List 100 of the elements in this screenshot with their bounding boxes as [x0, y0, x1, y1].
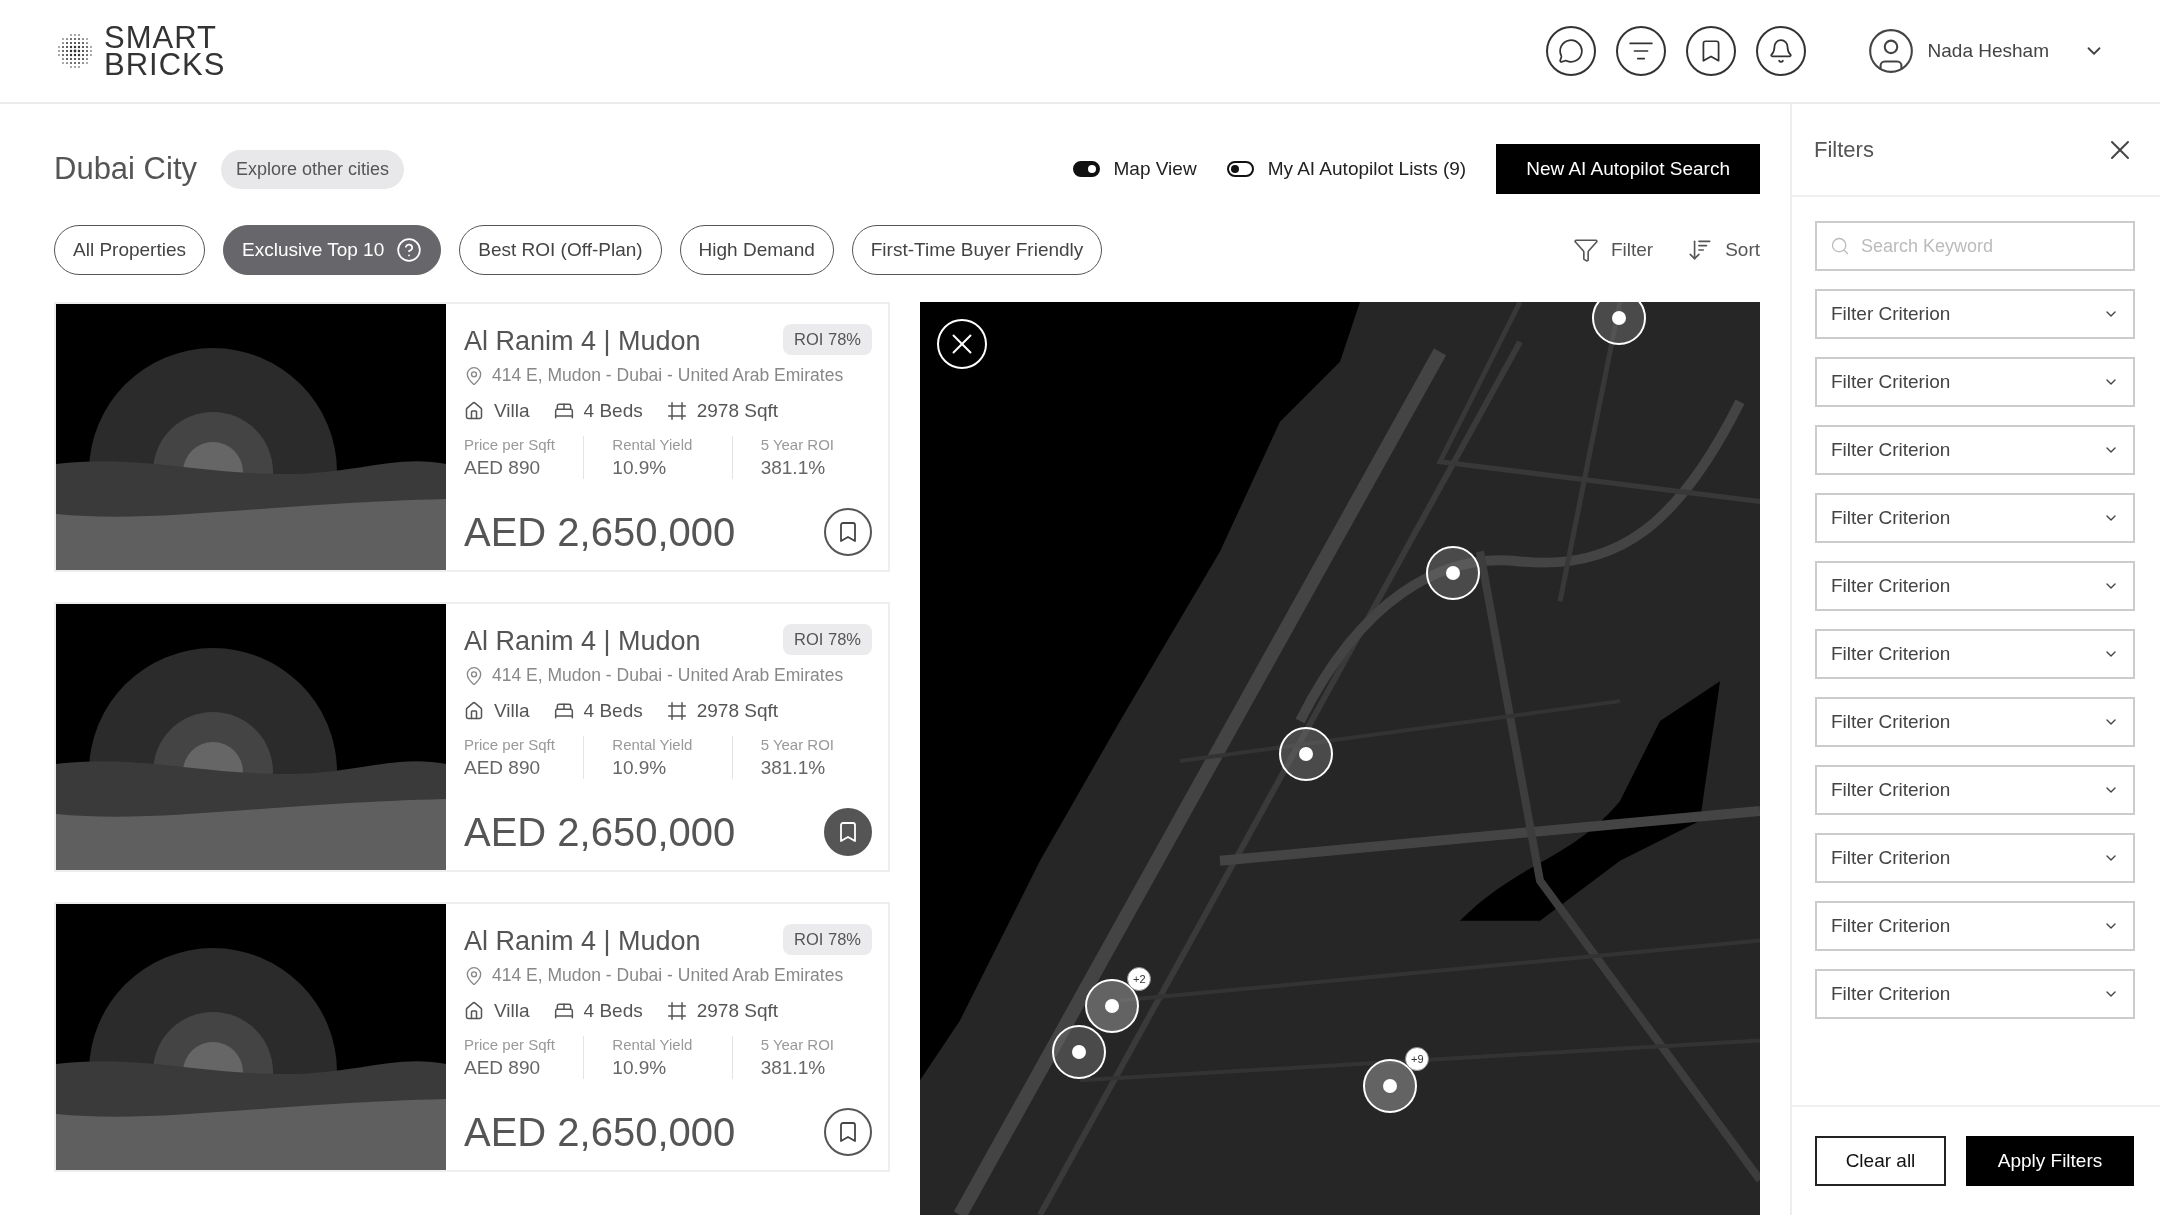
view-toggle[interactable]: My AI Autopilot Lists (9): [1226, 158, 1467, 180]
bed-count: 4 Beds: [583, 400, 643, 422]
stat-value: AED 890: [464, 1057, 542, 1079]
filter-dropdown[interactable]: Filter Criterion: [1815, 289, 2135, 339]
property-type: Villa: [494, 700, 530, 722]
stat-value: 10.9%: [612, 1057, 668, 1079]
category-chip[interactable]: First-Time Buyer Friendly: [851, 225, 1103, 275]
map-marker[interactable]: [1591, 302, 1646, 346]
property-type: Villa: [494, 1000, 530, 1022]
stat-label: Price per Sqft: [464, 1036, 556, 1053]
filter-dropdown[interactable]: Filter Criterion: [1815, 765, 2135, 815]
property-card[interactable]: Al Ranim 4 | Mudon ROI 78% 414 E, Mudon - Dubai - United Arab Emirates Villa 4 Beds 2978 Sqft Price per Sqft AED 890 Rental Yield 10.9% 5 Year ROI 381.1% AED 2,650,000: [54, 302, 890, 572]
logo-text: SMART BRICKS: [104, 24, 226, 78]
view-toggle[interactable]: Map View: [1072, 158, 1197, 180]
property-price: AED 2,650,000: [464, 809, 736, 855]
property-title: Al Ranim 4 | Mudon: [464, 626, 701, 657]
city-title: Dubai City: [54, 151, 197, 187]
stat-label: Rental Yield: [612, 1036, 694, 1053]
stat-value: 10.9%: [612, 457, 668, 479]
map-marker[interactable]: [1426, 546, 1481, 601]
stat-label: Rental Yield: [612, 436, 694, 453]
help-icon: [396, 237, 423, 263]
search-field[interactable]: Search Keyword: [1815, 221, 2135, 271]
filter-dropdown[interactable]: Filter Criterion: [1815, 901, 2135, 951]
stat-value: AED 890: [464, 457, 542, 479]
bed-icon: [553, 401, 574, 421]
property-address: 414 E, Mudon - Dubai - United Arab Emirates: [492, 365, 844, 386]
filter-dropdown[interactable]: Filter Criterion: [1815, 629, 2135, 679]
stat-label: 5 Year ROI: [760, 736, 836, 753]
panel-title: Filters: [1814, 136, 1874, 163]
apply-filters-button[interactable]: Apply Filters: [1966, 1136, 2134, 1186]
toggle-switch[interactable]: [1072, 161, 1100, 177]
area-icon: [666, 401, 687, 421]
bell-icon[interactable]: [1755, 26, 1806, 76]
bed-count: 4 Beds: [583, 700, 643, 722]
category-chip[interactable]: Best ROI (Off-Plan): [459, 225, 662, 275]
property-card[interactable]: Al Ranim 4 | Mudon ROI 78% 414 E, Mudon - Dubai - United Arab Emirates Villa 4 Beds 2978 Sqft Price per Sqft AED 890 Rental Yield 10.9% 5 Year ROI 381.1% AED 2,650,000: [54, 902, 890, 1172]
location-icon: [464, 365, 484, 386]
property-area: 2978 Sqft: [696, 1000, 779, 1022]
property-title: Al Ranim 4 | Mudon: [464, 926, 701, 957]
stat-label: 5 Year ROI: [760, 1036, 836, 1053]
bed-icon: [553, 701, 574, 721]
stat-label: 5 Year ROI: [760, 436, 836, 453]
property-price: AED 2,650,000: [464, 1109, 736, 1155]
filter-dropdown[interactable]: Filter Criterion: [1815, 833, 2135, 883]
sort-button[interactable]: Sort: [1687, 237, 1760, 263]
toggle-switch[interactable]: [1226, 161, 1254, 177]
category-chip[interactable]: Exclusive Top 10: [223, 225, 442, 275]
filter-dropdown[interactable]: Filter Criterion: [1815, 969, 2135, 1019]
bookmark-button[interactable]: [824, 808, 872, 856]
bed-count: 4 Beds: [583, 1000, 643, 1022]
search-icon: [1830, 236, 1850, 256]
property-address: 414 E, Mudon - Dubai - United Arab Emirates: [492, 665, 844, 686]
stat-value: 381.1%: [760, 1057, 827, 1079]
user-menu[interactable]: Nada Hesham: [1865, 26, 2105, 76]
explore-cities-button[interactable]: Explore other cities: [221, 149, 405, 189]
bookmark-button[interactable]: [824, 508, 872, 556]
area-icon: [666, 1001, 687, 1021]
filter-dropdown[interactable]: Filter Criterion: [1815, 425, 2135, 475]
stat-value: 381.1%: [760, 457, 827, 479]
stat-label: Price per Sqft: [464, 736, 556, 753]
property-area: 2978 Sqft: [696, 700, 779, 722]
list-icon[interactable]: [1615, 26, 1666, 76]
filter-dropdown[interactable]: Filter Criterion: [1815, 697, 2135, 747]
property-card[interactable]: Al Ranim 4 | Mudon ROI 78% 414 E, Mudon - Dubai - United Arab Emirates Villa 4 Beds 2978 Sqft Price per Sqft AED 890 Rental Yield 10.9% 5 Year ROI 381.1% AED 2,650,000: [54, 602, 890, 872]
chat-icon[interactable]: [1545, 26, 1596, 76]
category-chip[interactable]: All Properties: [54, 225, 205, 275]
property-area: 2978 Sqft: [696, 400, 779, 422]
house-icon: [464, 401, 484, 421]
map-marker[interactable]: [1051, 1024, 1106, 1079]
stat-value: 10.9%: [612, 757, 668, 779]
close-map-button[interactable]: [937, 319, 987, 369]
house-icon: [464, 1001, 484, 1021]
new-search-button[interactable]: New AI Autopilot Search: [1496, 144, 1760, 194]
bookmark-icon[interactable]: [1685, 26, 1736, 76]
stat-value: 381.1%: [760, 757, 827, 779]
category-chip[interactable]: High Demand: [679, 225, 834, 275]
clear-all-button[interactable]: Clear all: [1815, 1136, 1946, 1186]
stat-label: Rental Yield: [612, 736, 694, 753]
location-icon: [464, 965, 484, 986]
bookmark-button[interactable]: [824, 1108, 872, 1156]
stat-value: AED 890: [464, 757, 542, 779]
house-icon: [464, 701, 484, 721]
property-title: Al Ranim 4 | Mudon: [464, 326, 701, 357]
logo-icon: [56, 32, 94, 70]
property-type: Villa: [494, 400, 530, 422]
filter-dropdown[interactable]: Filter Criterion: [1815, 561, 2135, 611]
roi-badge: ROI 78%: [783, 624, 872, 655]
area-icon: [666, 701, 687, 721]
roi-badge: ROI 78%: [783, 924, 872, 955]
roi-badge: ROI 78%: [783, 324, 872, 355]
property-price: AED 2,650,000: [464, 509, 736, 555]
location-icon: [464, 665, 484, 686]
filter-dropdown[interactable]: Filter Criterion: [1815, 493, 2135, 543]
bed-icon: [553, 1001, 574, 1021]
filter-button[interactable]: Filter: [1572, 237, 1654, 263]
funnel-icon: [1572, 237, 1599, 263]
stat-label: Price per Sqft: [464, 436, 556, 453]
property-address: 414 E, Mudon - Dubai - United Arab Emirates: [492, 965, 844, 986]
filter-dropdown[interactable]: Filter Criterion: [1815, 357, 2135, 407]
